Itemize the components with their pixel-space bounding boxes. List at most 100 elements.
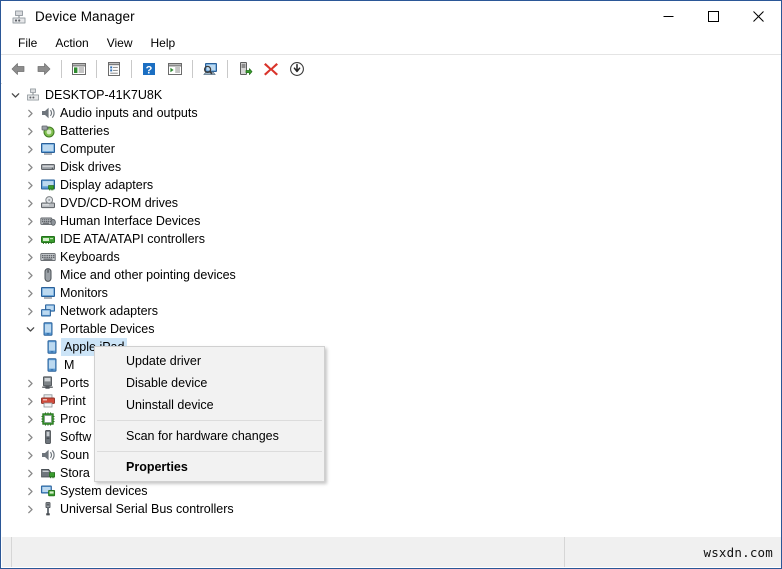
caption-button-group <box>646 1 781 32</box>
tree-row-universal-serial-bus-controllers[interactable]: Universal Serial Bus controllers <box>2 500 781 518</box>
tree-row-monitors[interactable]: Monitors <box>2 284 781 302</box>
port-icon <box>38 374 58 392</box>
chevron-down-icon[interactable] <box>8 86 23 104</box>
window-title: Device Manager <box>35 9 135 24</box>
chevron-right-icon[interactable] <box>23 194 38 212</box>
chevron-right-icon[interactable] <box>23 140 38 158</box>
watermark-text: wsxdn.com <box>703 544 773 560</box>
tree-item-label: Universal Serial Bus controllers <box>60 502 234 516</box>
chevron-right-icon[interactable] <box>23 248 38 266</box>
close-button[interactable] <box>736 1 781 32</box>
tree-item-label: Monitors <box>60 286 108 300</box>
tree-root-label: DESKTOP-41K7U8K <box>45 88 163 102</box>
chevron-right-icon[interactable] <box>23 464 38 482</box>
scan-for-hardware-changes-button[interactable] <box>198 57 222 81</box>
computer-root-icon <box>23 86 43 104</box>
chevron-down-icon[interactable] <box>23 320 38 338</box>
hid-icon <box>38 212 58 230</box>
tree-row-display-adapters[interactable]: Display adapters <box>2 176 781 194</box>
tree-row-computer[interactable]: Computer <box>2 140 781 158</box>
context-menu-item-update-driver[interactable]: Update driver <box>95 350 324 372</box>
chevron-right-icon[interactable] <box>23 482 38 500</box>
menu-file[interactable]: File <box>9 34 46 52</box>
context-menu[interactable]: Update driver Disable device Uninstall d… <box>94 346 325 482</box>
status-bar: wsxdn.com <box>2 536 781 567</box>
chevron-right-icon[interactable] <box>23 428 38 446</box>
red-x-icon <box>264 63 278 76</box>
network-adapter-icon <box>38 302 58 320</box>
status-cell-main <box>12 537 565 567</box>
show-hide-action-pane-button[interactable] <box>163 57 187 81</box>
update-driver-icon <box>240 62 253 75</box>
back-button[interactable] <box>6 57 30 81</box>
tree-row-portable-devices[interactable]: Portable Devices <box>2 320 781 338</box>
help-question-icon: ? <box>143 63 155 76</box>
menu-help[interactable]: Help <box>142 34 185 52</box>
tree-row-root[interactable]: DESKTOP-41K7U8K <box>2 86 781 104</box>
chevron-right-icon[interactable] <box>23 158 38 176</box>
chevron-right-icon[interactable] <box>23 500 38 518</box>
chevron-right-icon[interactable] <box>23 392 38 410</box>
chevron-right-icon[interactable] <box>23 230 38 248</box>
minimize-button[interactable] <box>646 1 691 32</box>
tree-item-label: Print <box>60 394 86 408</box>
chevron-right-icon[interactable] <box>23 410 38 428</box>
forward-button[interactable] <box>32 57 56 81</box>
back-arrow-icon <box>11 63 25 75</box>
speaker-icon <box>38 446 58 464</box>
status-cell-right: wsxdn.com <box>565 537 781 567</box>
context-menu-item-uninstall-device[interactable]: Uninstall device <box>95 394 324 416</box>
tree-row-ide-ata-atapi-controllers[interactable]: IDE ATA/ATAPI controllers <box>2 230 781 248</box>
uninstall-device-button[interactable] <box>259 57 283 81</box>
chevron-right-icon[interactable] <box>23 212 38 230</box>
maximize-button[interactable] <box>691 1 736 32</box>
tree-row-keyboards[interactable]: Keyboards <box>2 248 781 266</box>
update-driver-button[interactable] <box>233 57 257 81</box>
chevron-right-icon[interactable] <box>23 122 38 140</box>
chevron-right-icon[interactable] <box>23 446 38 464</box>
printer-icon <box>38 392 58 410</box>
menu-action[interactable]: Action <box>46 34 97 52</box>
portable-device-icon <box>42 356 62 374</box>
chevron-right-icon[interactable] <box>23 302 38 320</box>
processor-icon <box>38 410 58 428</box>
disable-device-button[interactable] <box>285 57 309 81</box>
tree-row-batteries[interactable]: Batteries <box>2 122 781 140</box>
storage-controller-icon <box>38 464 58 482</box>
tree-row-audio-inputs-and-outputs[interactable]: Audio inputs and outputs <box>2 104 781 122</box>
optical-drive-icon <box>38 194 58 212</box>
chevron-right-icon[interactable] <box>23 284 38 302</box>
properties-button[interactable] <box>102 57 126 81</box>
tree-row-dvd-cd-rom-drives[interactable]: DVD/CD-ROM drives <box>2 194 781 212</box>
tree-item-label: Human Interface Devices <box>60 214 201 228</box>
tree-item-label: Display adapters <box>60 178 154 192</box>
toolbar-separator-3 <box>131 60 132 78</box>
tree-item-label: Disk drives <box>60 160 122 174</box>
context-menu-item-scan-for-hardware-changes[interactable]: Scan for hardware changes <box>95 425 324 447</box>
tree-item-label: Network adapters <box>60 304 158 318</box>
show-hide-console-tree-button[interactable] <box>67 57 91 81</box>
chevron-right-icon[interactable] <box>23 266 38 284</box>
action-pane-icon <box>168 63 182 75</box>
tree-item-label: Proc <box>60 412 86 426</box>
title-bar: Device Manager <box>1 1 781 32</box>
chevron-right-icon[interactable] <box>23 176 38 194</box>
mouse-icon <box>38 266 58 284</box>
forward-arrow-icon <box>37 63 51 75</box>
help-button[interactable]: ? <box>137 57 161 81</box>
menu-view[interactable]: View <box>98 34 142 52</box>
device-manager-icon <box>11 9 27 25</box>
tree-row-network-adapters[interactable]: Network adapters <box>2 302 781 320</box>
tree-row-mice-and-other-pointing-devices[interactable]: Mice and other pointing devices <box>2 266 781 284</box>
tree-item-label: Stora <box>60 466 90 480</box>
tree-row-human-interface-devices[interactable]: Human Interface Devices <box>2 212 781 230</box>
tree-row-system-devices[interactable]: System devices <box>2 482 781 500</box>
toolbar-separator-4 <box>192 60 193 78</box>
context-menu-item-properties[interactable]: Properties <box>95 456 324 478</box>
chevron-right-icon[interactable] <box>23 104 38 122</box>
tree-row-disk-drives[interactable]: Disk drives <box>2 158 781 176</box>
tree-item-label: DVD/CD-ROM drives <box>60 196 179 210</box>
chevron-right-icon[interactable] <box>23 374 38 392</box>
context-menu-item-disable-device[interactable]: Disable device <box>95 372 324 394</box>
toolbar-separator-1 <box>61 60 62 78</box>
